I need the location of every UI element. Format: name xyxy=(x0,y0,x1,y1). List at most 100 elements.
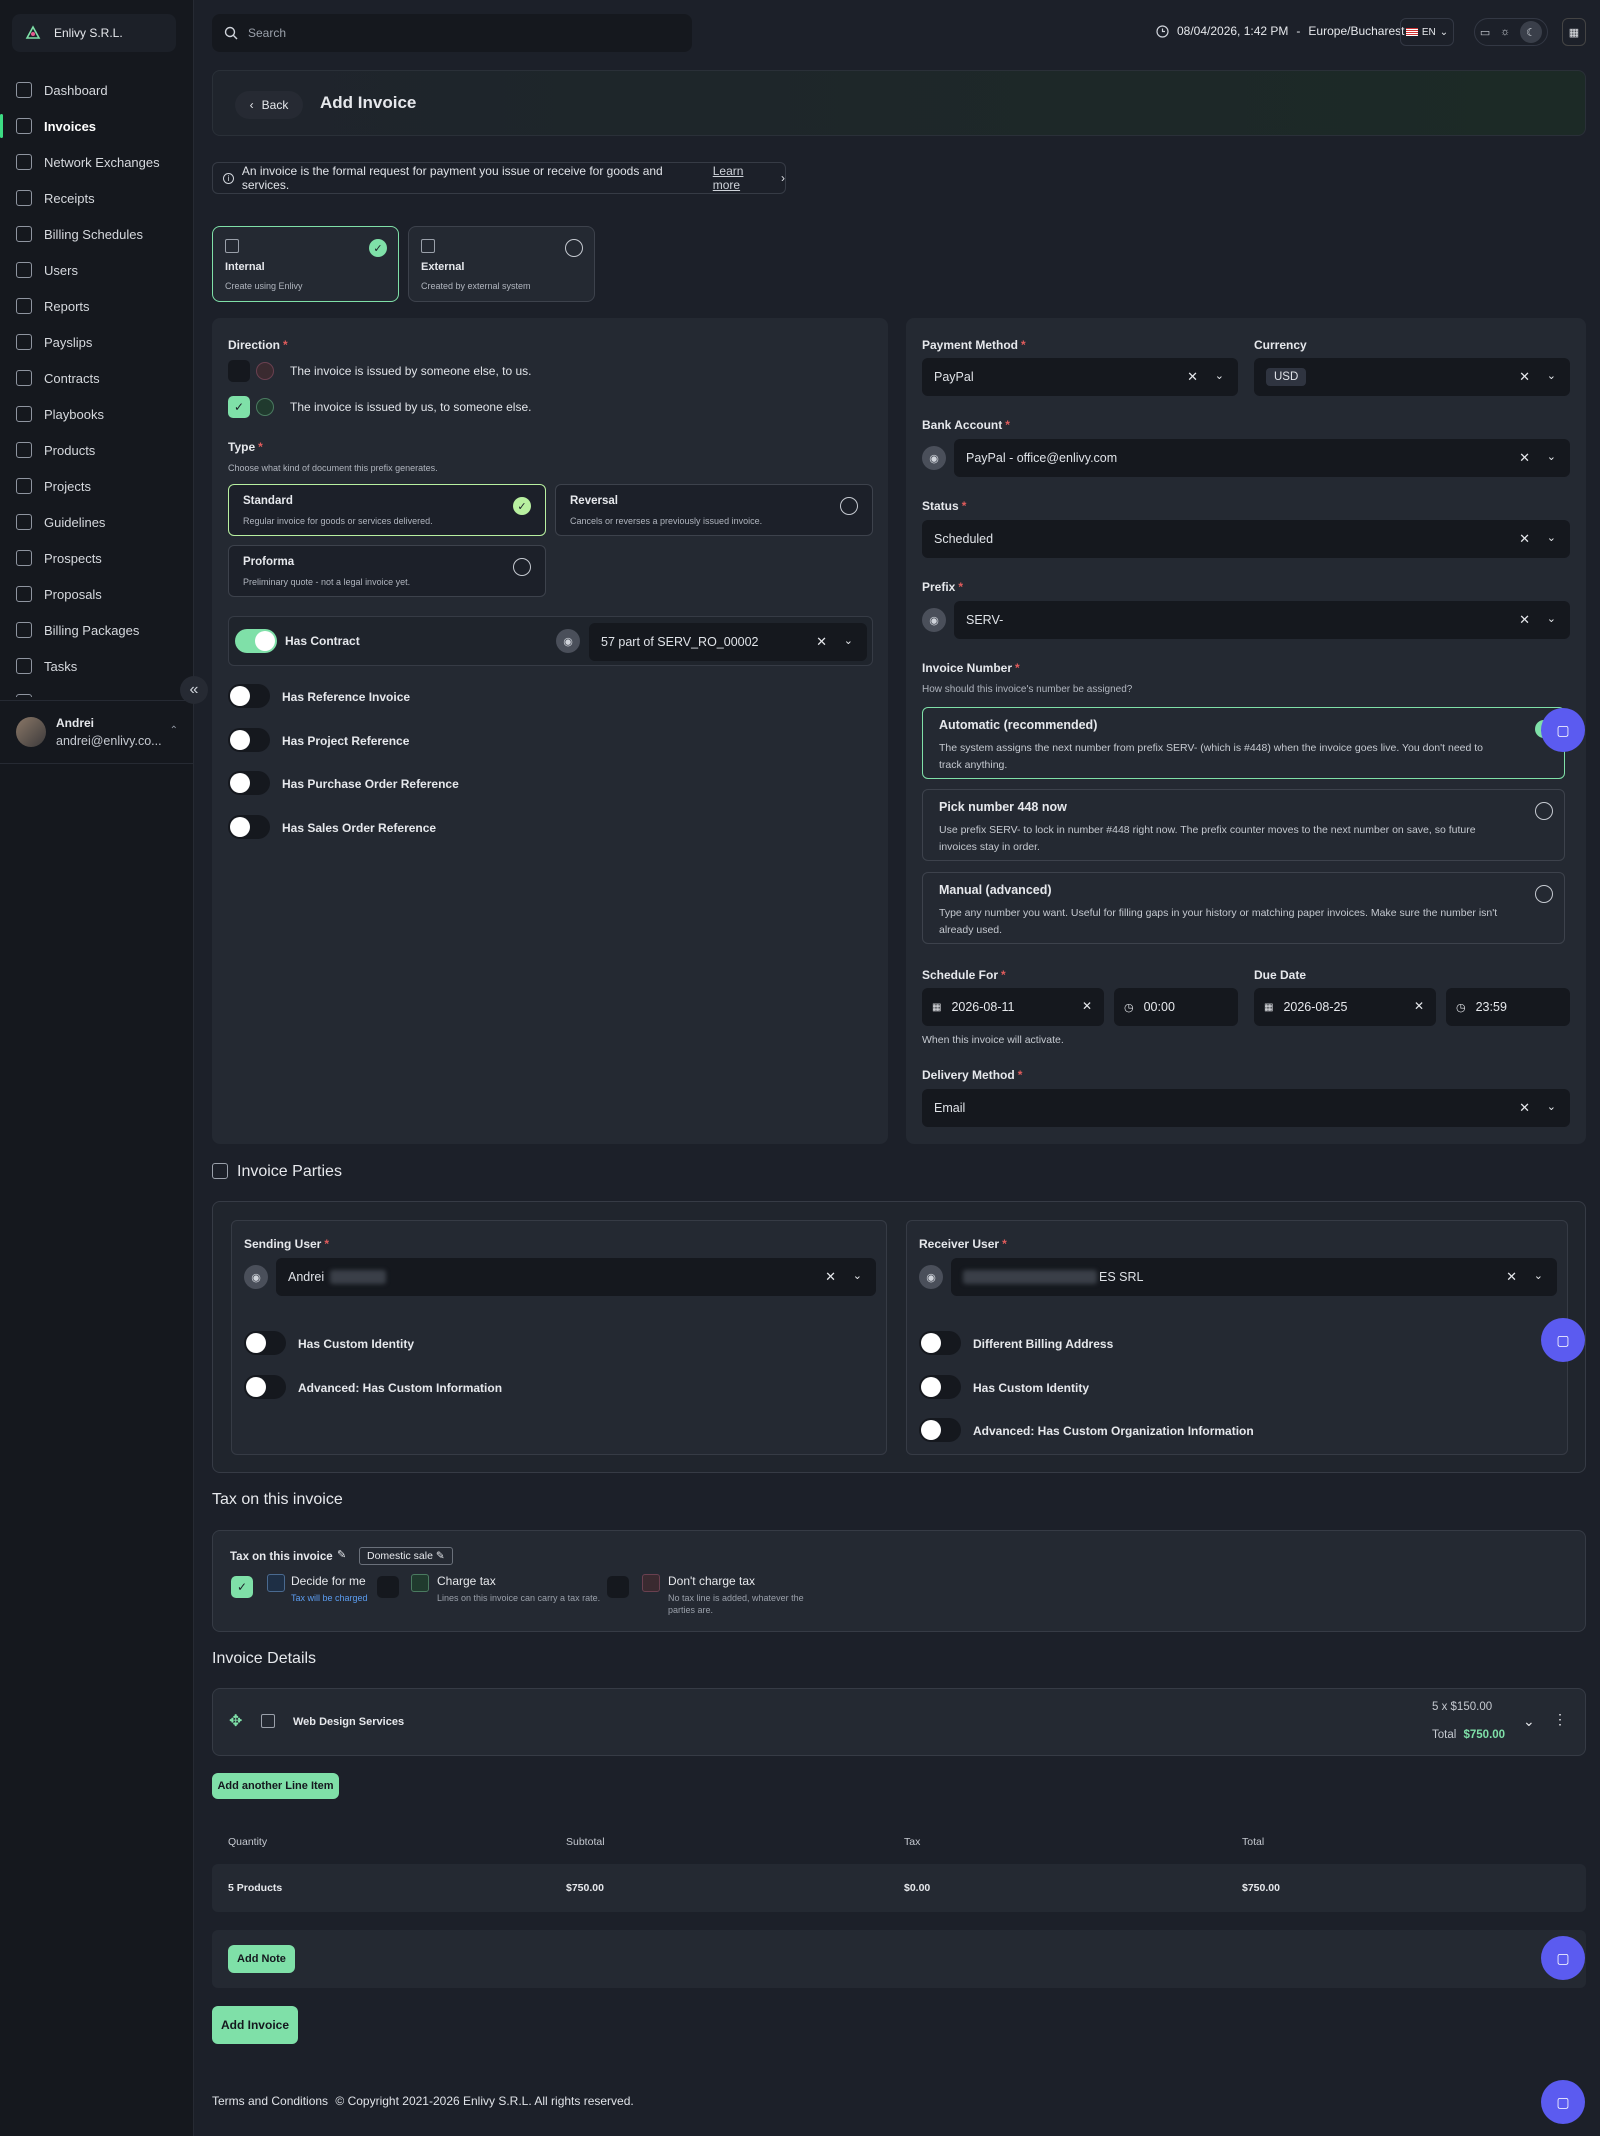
chat-icon[interactable]: ▢ xyxy=(1541,2080,1585,2124)
clear-icon[interactable]: ✕ xyxy=(1519,450,1530,466)
payment-method-select[interactable]: PayPal ✕ ⌄ xyxy=(922,358,1238,396)
sidebar-item-invoices[interactable]: Invoices xyxy=(0,108,194,144)
org-switcher[interactable]: Enlivy S.R.L. xyxy=(12,14,176,52)
has-contract-toggle[interactable] xyxy=(235,629,277,653)
schedule-label: Schedule For * xyxy=(922,968,1006,982)
sidebar-item-contracts[interactable]: Contracts xyxy=(0,360,194,396)
has-po-reference-toggle[interactable] xyxy=(228,771,270,795)
due-time-input[interactable]: ◷ 23:59 xyxy=(1446,988,1570,1026)
currency-select[interactable]: USD ✕ ⌄ xyxy=(1254,358,1570,396)
type-standard-card[interactable]: Standard Regular invoice for goods or se… xyxy=(228,484,546,536)
chat-icon[interactable]: ▢ xyxy=(1541,708,1585,752)
calendar-icon[interactable]: ▦ xyxy=(1562,18,1586,46)
tax-decide-checkbox[interactable]: ✓ xyxy=(231,1576,253,1598)
learn-more-link[interactable]: Learn more xyxy=(713,164,773,192)
tax-none-checkbox[interactable] xyxy=(607,1576,629,1598)
sidebar-item-network-exchanges[interactable]: Network Exchanges xyxy=(0,144,194,180)
source-internal-card[interactable]: Internal Create using Enlivy ✓ xyxy=(212,226,399,302)
clear-icon[interactable]: ✕ xyxy=(1519,369,1530,385)
receiver-user-value: ES SRL xyxy=(1099,1270,1144,1284)
delivery-method-select[interactable]: Email ✕ ⌄ xyxy=(922,1089,1570,1127)
clear-icon[interactable]: ✕ xyxy=(1519,1100,1530,1116)
prefix-select[interactable]: SERV- ✕ ⌄ xyxy=(954,601,1570,639)
user-menu[interactable]: Andrei andrei@enlivy.co... ⌃ xyxy=(0,700,194,764)
sidebar-item-receipts[interactable]: Receipts xyxy=(0,180,194,216)
add-note-button[interactable]: Add Note xyxy=(228,1945,295,1973)
number-manual-option[interactable]: Manual (advanced) Type any number you wa… xyxy=(922,872,1565,944)
sidebar-item-prospects[interactable]: Prospects xyxy=(0,540,194,576)
terms-link[interactable]: Terms and Conditions xyxy=(212,2094,328,2108)
sidebar-item-products[interactable]: Products xyxy=(0,432,194,468)
receiver-custom-org-toggle[interactable] xyxy=(919,1418,961,1442)
different-billing-toggle[interactable] xyxy=(919,1331,961,1355)
sidebar-item-guidelines[interactable]: Guidelines xyxy=(0,504,194,540)
has-reference-invoice-toggle[interactable] xyxy=(228,684,270,708)
chevron-down-icon[interactable]: ⌄ xyxy=(1523,1713,1535,1730)
eye-icon[interactable]: ◉ xyxy=(556,629,580,653)
source-external-card[interactable]: External Created by external system xyxy=(408,226,595,302)
receiver-custom-identity-toggle[interactable] xyxy=(919,1375,961,1399)
receiver-user-select[interactable]: ES SRL ✕ ⌄ xyxy=(951,1258,1557,1296)
eye-icon[interactable]: ◉ xyxy=(922,446,946,470)
sending-custom-info-toggle[interactable] xyxy=(244,1375,286,1399)
sidebar-item-users[interactable]: Users xyxy=(0,252,194,288)
clear-icon[interactable]: ✕ xyxy=(825,1269,836,1285)
eye-icon[interactable]: ◉ xyxy=(922,608,946,632)
sidebar-item-billing-schedules[interactable]: Billing Schedules xyxy=(0,216,194,252)
sidebar-nav: Dashboard Invoices Network Exchanges Receip… xyxy=(0,72,194,697)
eye-icon[interactable]: ◉ xyxy=(919,1265,943,1289)
sidebar-item-billing-packages[interactable]: Billing Packages xyxy=(0,612,194,648)
sidebar-item-proposals[interactable]: Proposals xyxy=(0,576,194,612)
type-proforma-card[interactable]: Proforma Preliminary quote - not a legal… xyxy=(228,545,546,597)
clear-icon[interactable]: ✕ xyxy=(1506,1269,1517,1285)
sidebar-item-label: Proposals xyxy=(44,586,102,602)
clear-icon[interactable]: ✕ xyxy=(1414,999,1424,1013)
proposal-icon xyxy=(16,586,32,602)
has-so-reference-toggle[interactable] xyxy=(228,815,270,839)
direction-incoming-checkbox[interactable] xyxy=(228,360,250,382)
sun-icon[interactable]: ☼ xyxy=(1500,26,1510,38)
due-date-input[interactable]: ▦ 2026-08-25 ✕ xyxy=(1254,988,1436,1026)
chat-icon[interactable]: ▢ xyxy=(1541,1318,1585,1362)
clear-icon[interactable]: ✕ xyxy=(1519,531,1530,547)
number-automatic-option[interactable]: Automatic (recommended) The system assig… xyxy=(922,707,1565,779)
tax-charge-checkbox[interactable] xyxy=(377,1576,399,1598)
type-reversal-card[interactable]: Reversal Cancels or reverses a previousl… xyxy=(555,484,873,536)
sending-user-select[interactable]: Andrei ✕ ⌄ xyxy=(276,1258,876,1296)
sending-custom-identity-toggle[interactable] xyxy=(244,1331,286,1355)
clear-icon[interactable]: ✕ xyxy=(1187,369,1198,385)
direction-outgoing-checkbox[interactable]: ✓ xyxy=(228,396,250,418)
add-invoice-button[interactable]: Add Invoice xyxy=(212,2006,298,2044)
clear-icon[interactable]: ✕ xyxy=(1519,612,1530,628)
status-select[interactable]: Scheduled ✕ ⌄ xyxy=(922,520,1570,558)
sidebar-item-dashboard[interactable]: Dashboard xyxy=(0,72,194,108)
sidebar-item-playbooks[interactable]: Playbooks xyxy=(0,396,194,432)
number-pick-option[interactable]: Pick number 448 now Use prefix SERV- to … xyxy=(922,789,1565,861)
language-select[interactable]: EN ⌄ xyxy=(1400,18,1454,46)
moon-icon[interactable]: ☾ xyxy=(1520,21,1543,43)
sidebar-item-bank-transactions[interactable]: Bank Transactions xyxy=(0,684,194,697)
more-vertical-icon[interactable]: ⋮ xyxy=(1553,1711,1567,1728)
clear-icon[interactable]: ✕ xyxy=(1082,999,1092,1013)
sidebar-item-tasks[interactable]: Tasks xyxy=(0,648,194,684)
direction-label: Direction * xyxy=(228,338,288,352)
edit-icon[interactable]: ✎ xyxy=(337,1548,346,1561)
bank-account-select[interactable]: PayPal - office@enlivy.com ✕ ⌄ xyxy=(954,439,1570,477)
has-so-reference-label: Has Sales Order Reference xyxy=(282,821,437,835)
add-line-item-button[interactable]: Add another Line Item xyxy=(212,1773,339,1799)
contract-select[interactable]: 57 part of SERV_RO_00002 ✕ ⌄ xyxy=(589,623,867,661)
sidebar-item-reports[interactable]: Reports xyxy=(0,288,194,324)
schedule-time-input[interactable]: ◷ 00:00 xyxy=(1114,988,1238,1026)
drag-handle-icon[interactable]: ✥ xyxy=(229,1711,242,1731)
eye-icon[interactable]: ◉ xyxy=(244,1265,268,1289)
clear-icon[interactable]: ✕ xyxy=(816,634,827,650)
sidebar-item-projects[interactable]: Projects xyxy=(0,468,194,504)
monitor-icon[interactable]: ▭ xyxy=(1480,26,1490,39)
schedule-date-input[interactable]: ▦ 2026-08-11 ✕ xyxy=(922,988,1104,1026)
has-project-reference-toggle[interactable] xyxy=(228,728,270,752)
search-input[interactable]: Search xyxy=(212,14,692,52)
back-button[interactable]: ‹ Back xyxy=(235,91,303,119)
sidebar-item-payslips[interactable]: Payslips xyxy=(0,324,194,360)
edit-icon[interactable]: ✎ xyxy=(436,1550,445,1562)
chat-icon[interactable]: ▢ xyxy=(1541,1936,1585,1980)
